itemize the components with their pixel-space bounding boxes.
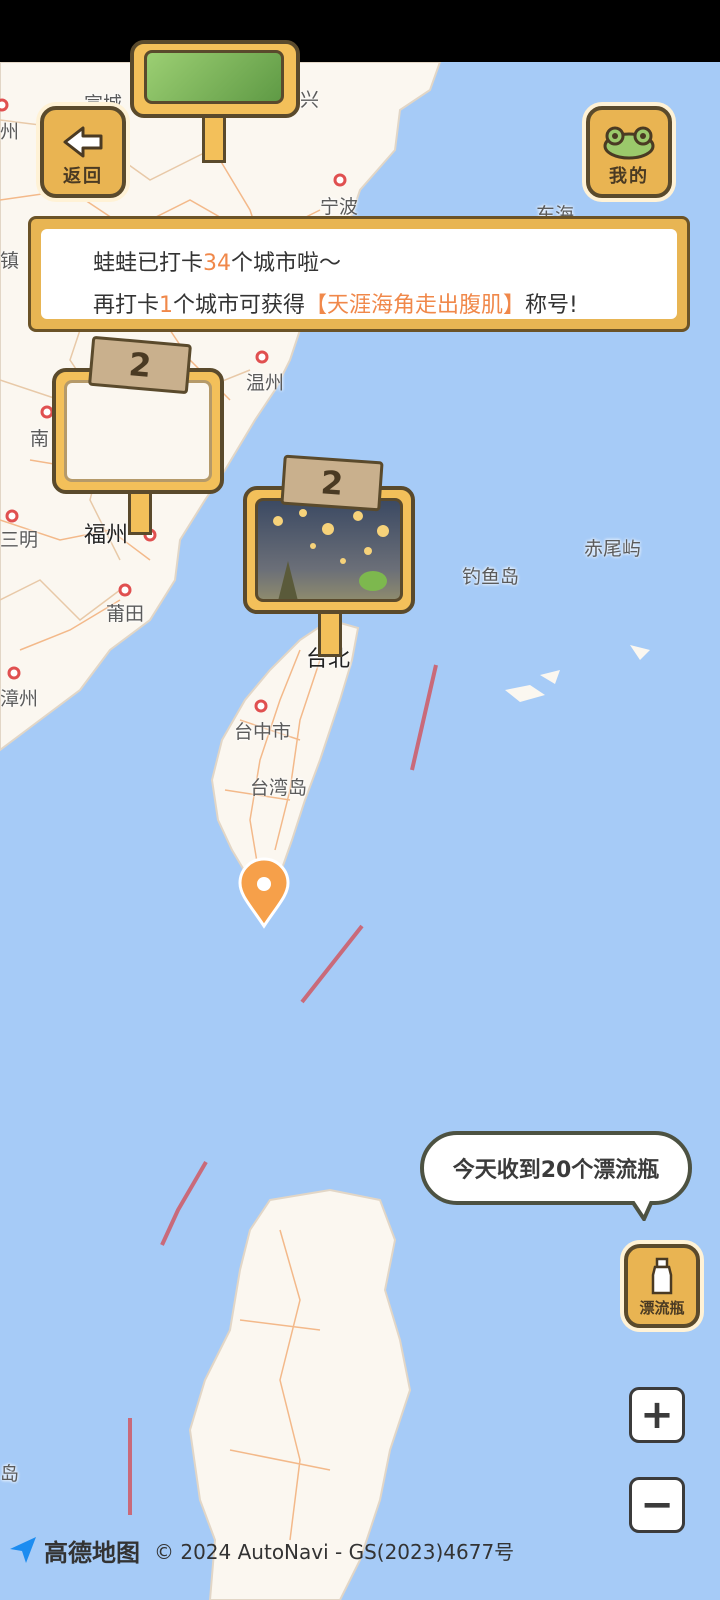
drift-bottle-bubble-text: 今天收到20个漂流瓶 <box>452 1158 660 1183</box>
city-label: 钓鱼岛 <box>462 566 520 588</box>
banner-line-2: 再打卡1个城市可获得【天涯海角走出腹肌】称号! <box>93 293 578 318</box>
back-button-label: 返回 <box>63 166 103 187</box>
city-label: 宁波 <box>320 196 359 218</box>
city-label: 岛 <box>0 1463 20 1485</box>
reward-title: 【天涯海角走出腹肌】 <box>305 293 526 318</box>
city-label: 州 <box>0 121 20 143</box>
zoom-in-button[interactable]: + <box>629 1387 685 1443</box>
checked-city-count: 34 <box>203 251 232 276</box>
city-label: 台湾岛 <box>250 777 308 799</box>
city-label: 三明 <box>0 529 39 551</box>
bottle-icon <box>651 1257 673 1295</box>
arrow-left-icon <box>63 126 103 158</box>
city-label: 赤尾屿 <box>584 538 642 560</box>
back-button[interactable]: 返回 <box>40 106 126 198</box>
minus-icon: − <box>640 1482 674 1528</box>
map-copyright: © 2024 AutoNavi - GS(2023)4677号 <box>154 1539 515 1564</box>
my-profile-label: 我的 <box>609 166 649 187</box>
zoom-out-button[interactable]: − <box>629 1477 685 1533</box>
city-label: 福州 <box>84 523 129 548</box>
remaining-city-count: 1 <box>159 293 174 318</box>
map-attribution: 高德地图 © 2024 AutoNavi - GS(2023)4677号 <box>8 1530 514 1570</box>
checkin-progress-banner: 蛙蛙已打卡34个城市啦～ 再打卡1个城市可获得【天涯海角走出腹肌】称号! <box>28 216 690 332</box>
city-label: 南 <box>30 428 50 450</box>
bubble-tail <box>632 1201 654 1221</box>
amap-logo-icon <box>10 1537 36 1563</box>
drift-bottle-label: 漂流瓶 <box>639 1299 685 1317</box>
sign-photo <box>255 498 403 602</box>
plus-icon: + <box>640 1392 674 1438</box>
city-label: 镇 <box>0 250 20 272</box>
status-bar <box>0 0 720 62</box>
map-brand: 高德地图 <box>44 1538 140 1567</box>
sign-photo <box>144 50 284 104</box>
city-label: 台中市 <box>234 721 292 743</box>
sign-count-badge: 2 <box>280 454 384 512</box>
city-label: 兴 <box>300 89 320 111</box>
drift-bottle-bubble[interactable]: 今天收到20个漂流瓶 <box>420 1131 692 1205</box>
frog-icon <box>603 126 655 160</box>
banner-line-1: 蛙蛙已打卡34个城市啦～ <box>93 251 342 276</box>
city-label: 漳州 <box>0 688 39 710</box>
sign-photo <box>64 380 212 482</box>
location-pin <box>238 857 290 929</box>
city-label: 莆田 <box>106 603 145 625</box>
drift-bottle-button[interactable]: 漂流瓶 <box>624 1244 700 1328</box>
my-profile-button[interactable]: 我的 <box>586 106 672 198</box>
sign-count-badge: 2 <box>88 335 192 395</box>
city-label: 温州 <box>246 372 285 394</box>
